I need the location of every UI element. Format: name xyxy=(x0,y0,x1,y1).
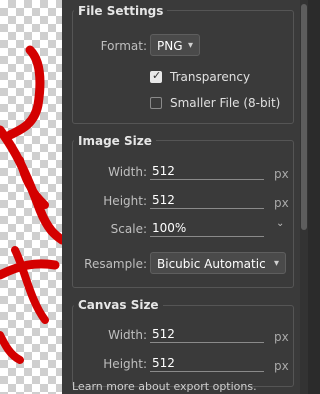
canvas-height-input[interactable]: 512 xyxy=(150,355,264,372)
image-width-input[interactable]: 512 xyxy=(150,163,264,180)
image-height-unit: px xyxy=(274,196,289,210)
scrollbar-thumb[interactable] xyxy=(301,4,307,230)
transparency-label: Transparency xyxy=(170,70,251,84)
chevron-down-icon: ▾ xyxy=(187,40,193,51)
image-width-unit: px xyxy=(274,167,289,181)
red-strokes-artwork xyxy=(0,45,62,364)
learn-more-link[interactable]: Learn more about export options. xyxy=(72,380,257,393)
scrollbar[interactable] xyxy=(300,0,308,394)
resample-label: Resample: xyxy=(84,257,147,271)
format-value: PNG xyxy=(157,39,183,53)
image-preview xyxy=(0,0,62,394)
scale-input[interactable]: 100% xyxy=(150,220,264,237)
image-size-title: Image Size xyxy=(74,134,156,148)
export-settings-panel: File Settings Format: PNG ▾ ✓ Transparen… xyxy=(62,0,308,394)
canvas-width-label: Width: xyxy=(108,328,147,342)
transparency-checkbox[interactable]: ✓ xyxy=(150,69,162,83)
scale-label: Scale: xyxy=(110,222,147,236)
smaller-file-checkbox[interactable] xyxy=(150,97,162,109)
canvas-width-unit: px xyxy=(274,330,289,344)
canvas-width-input[interactable]: 512 xyxy=(150,326,264,343)
image-width-label: Width: xyxy=(108,165,147,179)
format-select[interactable]: PNG ▾ xyxy=(150,34,200,56)
canvas-size-section xyxy=(72,305,294,387)
smaller-file-label: Smaller File (8-bit) xyxy=(170,96,281,110)
resample-select[interactable]: Bicubic Automatic ▾ xyxy=(150,252,286,274)
chevron-down-icon[interactable]: ⌄ xyxy=(276,218,284,229)
format-label: Format: xyxy=(100,39,147,53)
canvas-height-label: Height: xyxy=(103,357,147,371)
canvas-size-title: Canvas Size xyxy=(74,298,163,312)
image-height-input[interactable]: 512 xyxy=(150,192,264,209)
resample-value: Bicubic Automatic xyxy=(157,257,266,271)
file-settings-title: File Settings xyxy=(74,4,168,18)
canvas-height-unit: px xyxy=(274,359,289,373)
chevron-down-icon: ▾ xyxy=(273,258,279,269)
image-height-label: Height: xyxy=(103,194,147,208)
check-icon: ✓ xyxy=(152,69,162,82)
